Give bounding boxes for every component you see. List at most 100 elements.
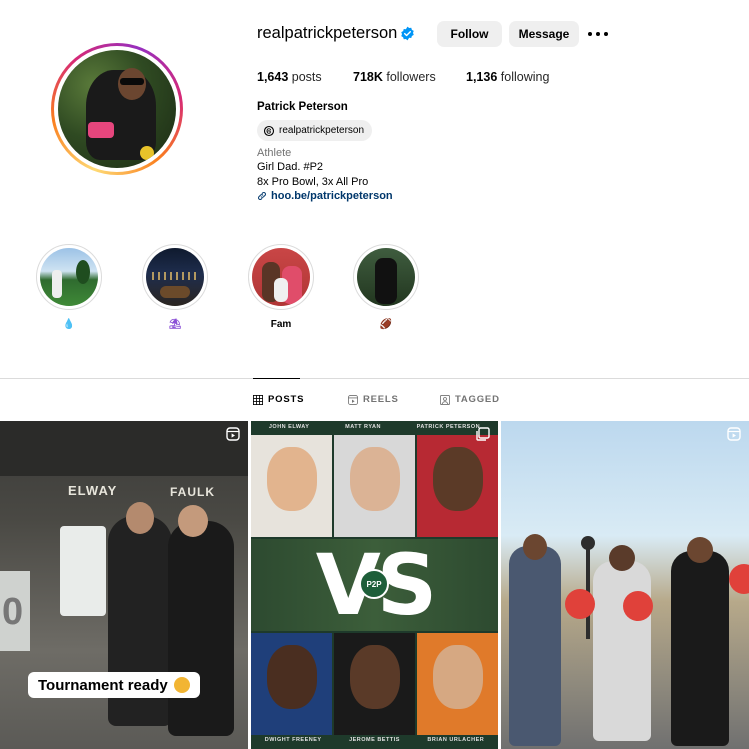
highlight-item[interactable]: 🏈: [353, 244, 419, 333]
bio-link[interactable]: hoo.be/patrickpeterson: [257, 190, 393, 202]
post-tile[interactable]: ELWAY FAULK 0 Tournament ready: [0, 421, 248, 749]
highlight-ring: [248, 244, 314, 310]
reels-icon: [348, 394, 358, 405]
city-lights: [152, 272, 200, 280]
tab-reels[interactable]: REELS: [348, 394, 399, 405]
highlight-ring: [142, 244, 208, 310]
highlight-cover-family: [252, 248, 310, 306]
highlight-item[interactable]: Fam: [248, 244, 314, 333]
tab-tagged[interactable]: TAGGED: [440, 394, 500, 405]
posts-label: posts: [291, 70, 322, 84]
tab-tagged-label: TAGGED: [455, 394, 500, 405]
player-card: [251, 435, 332, 537]
head-shape: [523, 534, 547, 560]
caption-text: Tournament ready: [38, 676, 168, 694]
player-name: DWIGHT FREENEY: [264, 737, 322, 743]
followers-count: 718K: [353, 70, 383, 84]
player-face: [433, 645, 483, 709]
red-ball: [565, 589, 595, 619]
locker-nameplate: FAULK: [170, 485, 215, 499]
posts-count-stat: 1,643 posts: [257, 70, 322, 84]
profile-full-name: Patrick Peterson: [257, 101, 348, 113]
message-button[interactable]: Message: [509, 21, 579, 47]
player-face: [267, 447, 317, 511]
locker-nameplate: ELWAY: [68, 483, 118, 498]
player-photos-top: [251, 435, 498, 537]
highlight-item[interactable]: 💧: [36, 244, 102, 333]
highlight-label: ⛱: [168, 319, 182, 330]
versus-banner: VS P2P: [251, 536, 498, 634]
highlight-cover-golf: [40, 248, 98, 306]
red-ball: [729, 564, 749, 594]
more-dot: [604, 32, 608, 36]
bio-line-1: Girl Dad. #P2: [257, 161, 324, 173]
highlight-cover-football: [357, 248, 415, 306]
head-shape: [126, 502, 154, 534]
more-options-icon[interactable]: [588, 24, 608, 44]
flexed-biceps-emoji-icon: [173, 677, 190, 693]
person-shape: [671, 537, 729, 746]
post-tile[interactable]: JOHN ELWAY MATT RYAN PATRICK PETERSON VS…: [251, 421, 498, 749]
child-shape: [274, 278, 288, 302]
carousel-indicator-icon: [476, 427, 490, 441]
following-stat[interactable]: 1,136 following: [466, 70, 549, 84]
locker-room-ceiling: [0, 421, 248, 476]
video-caption: Tournament ready: [28, 672, 200, 698]
link-icon: [258, 192, 266, 200]
verified-badge-icon: [401, 26, 414, 41]
show-logo-badge: P2P: [359, 569, 389, 599]
player-card: [251, 633, 332, 735]
red-ball: [623, 591, 653, 621]
more-dot: [596, 32, 600, 36]
tab-posts-label: POSTS: [268, 394, 305, 405]
golfer-shape: [52, 270, 62, 298]
profile-avatar[interactable]: [51, 43, 183, 175]
threads-profile-link[interactable]: realpatrickpeterson: [257, 120, 373, 141]
avatar-photo: [58, 50, 176, 168]
hanging-shirts: [60, 526, 106, 616]
follow-button[interactable]: Follow: [437, 21, 502, 47]
player-card: [334, 435, 415, 537]
grid-icon: [253, 394, 263, 405]
posts-count: 1,643: [257, 70, 289, 84]
highlight-item[interactable]: ⛱: [142, 244, 208, 333]
wall-number: 0: [2, 591, 24, 633]
following-label: following: [500, 70, 550, 84]
dashboard-shape: [160, 286, 190, 298]
avatar-sunglasses: [120, 78, 144, 85]
player-face: [350, 645, 400, 709]
followers-stat[interactable]: 718K followers: [353, 70, 436, 84]
player-shape: [375, 258, 397, 304]
player-names-bottom: DWIGHT FREENEY JEROME BETTIS BRIAN URLAC…: [251, 737, 498, 749]
player-face: [267, 645, 317, 709]
player-name: BRIAN URLACHER: [427, 737, 485, 743]
post-tile[interactable]: [501, 421, 749, 749]
player-photos-bottom: [251, 633, 498, 735]
profile-username: realpatrickpeterson: [257, 24, 398, 42]
bio-link-text: hoo.be/patrickpeterson: [271, 190, 393, 202]
reel-indicator-icon: [727, 427, 741, 441]
avatar-pink-logo: [88, 122, 114, 138]
player-card: [417, 435, 498, 537]
highlight-ring: [36, 244, 102, 310]
tabs-divider: [0, 378, 749, 379]
more-dot: [588, 32, 592, 36]
reel-indicator-icon: [226, 427, 240, 441]
person-shape: [509, 534, 561, 746]
head-shape: [609, 545, 635, 571]
highlight-label: 🏈: [379, 319, 393, 330]
head-shape: [178, 505, 208, 537]
tree-shape: [76, 260, 90, 284]
player-face: [350, 447, 400, 511]
player-card: [334, 633, 415, 735]
player-face: [433, 447, 483, 511]
person-shape: [593, 545, 651, 741]
threads-icon: [263, 125, 275, 136]
tagged-icon: [440, 394, 450, 405]
tab-posts[interactable]: POSTS: [253, 394, 304, 405]
following-count: 1,136: [466, 70, 498, 84]
profile-category: Athlete: [257, 147, 292, 159]
person-shape: [168, 505, 234, 736]
followers-label: followers: [386, 70, 436, 84]
active-tab-indicator: [253, 378, 300, 379]
